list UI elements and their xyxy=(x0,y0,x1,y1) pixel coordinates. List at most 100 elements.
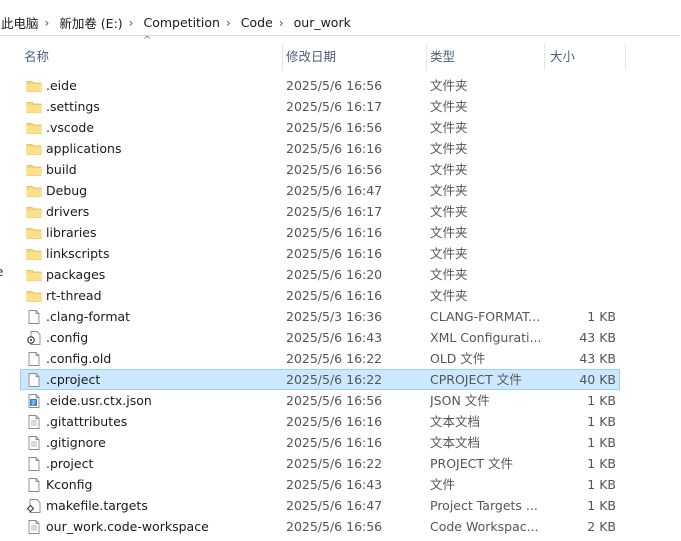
file-row[interactable]: .settings 2025/5/6 16:17 文件夹 xyxy=(20,96,620,117)
file-name: .clang-format xyxy=(46,309,131,324)
file-type: 文件夹 xyxy=(430,162,468,177)
file-size: 43 KB xyxy=(579,351,616,366)
folder-icon xyxy=(26,78,42,94)
file-row[interactable]: Debug 2025/5/6 16:47 文件夹 xyxy=(20,180,620,201)
file-date: 2025/5/6 16:56 xyxy=(286,162,383,177)
file-date: 2025/5/6 16:16 xyxy=(286,414,383,429)
file-type: 文件夹 xyxy=(430,267,468,282)
file-row[interactable]: .gitattributes 2025/5/6 16:16 文本文档 1 KB xyxy=(20,411,620,432)
file-date: 2025/5/6 16:17 xyxy=(286,204,383,219)
file-date: 2025/5/6 16:43 xyxy=(286,477,383,492)
file-date: 2025/5/6 16:16 xyxy=(286,435,383,450)
file-row[interactable]: applications 2025/5/6 16:16 文件夹 xyxy=(20,138,620,159)
address-bar[interactable]: 此电脑 › 新加卷 (E:) › Competition › Code › ou… xyxy=(0,10,680,36)
file-name: .settings xyxy=(46,99,100,114)
file-size: 1 KB xyxy=(587,435,616,450)
folder-icon xyxy=(26,246,42,262)
breadcrumb-competition[interactable]: Competition xyxy=(139,10,224,35)
column-header-type[interactable]: 类型 xyxy=(426,44,545,70)
file-list[interactable]: .eide 2025/5/6 16:56 文件夹 .settings 2025/5/6 … xyxy=(20,75,620,537)
file-row[interactable]: .vscode 2025/5/6 16:56 文件夹 xyxy=(20,117,620,138)
file-row[interactable]: .config 2025/5/6 16:43 XML Configurati... 4… xyxy=(20,327,620,348)
file-row[interactable]: makefile.targets 2025/5/6 16:47 Project Ta… xyxy=(20,495,620,516)
file-name: applications xyxy=(46,141,122,156)
file-size: 1 KB xyxy=(587,498,616,513)
file-row[interactable]: .eide.usr.ctx.json 2025/5/6 16:56 JSON 文件 1… xyxy=(20,390,620,411)
file-date: 2025/5/6 16:56 xyxy=(286,78,383,93)
file-type: JSON 文件 xyxy=(430,393,490,408)
file-type: PROJECT 文件 xyxy=(430,456,513,471)
column-header-date[interactable]: 修改日期 xyxy=(282,44,427,70)
file-type: 文件夹 xyxy=(430,78,468,93)
file-name: .eide xyxy=(46,78,77,93)
project-targets-icon xyxy=(26,498,42,514)
chevron-right-icon[interactable]: › xyxy=(127,16,140,30)
file-size xyxy=(542,159,616,180)
file-row[interactable]: rt-thread 2025/5/6 16:16 文件夹 xyxy=(20,285,620,306)
folder-icon xyxy=(26,99,42,115)
file-size: 1 KB xyxy=(587,309,616,324)
file-name: .eide.usr.ctx.json xyxy=(46,393,152,408)
file-row[interactable]: build 2025/5/6 16:56 文件夹 xyxy=(20,159,620,180)
file-name: .gitattributes xyxy=(46,414,128,429)
file-name: Debug xyxy=(46,183,88,198)
breadcrumb-drive[interactable]: 新加卷 (E:) xyxy=(55,10,126,35)
file-type: 文件夹 xyxy=(430,183,468,198)
file-name: rt-thread xyxy=(46,288,102,303)
file-name: .vscode xyxy=(46,120,95,135)
file-name: .gitignore xyxy=(46,435,106,450)
file-name: .cproject xyxy=(46,372,101,387)
file-type: 文本文档 xyxy=(430,435,481,450)
file-size xyxy=(542,138,616,159)
column-header-label: 名称 xyxy=(24,49,50,64)
text-file-icon xyxy=(26,435,42,451)
file-row[interactable]: .config.old 2025/5/6 16:22 OLD 文件 43 KB xyxy=(20,348,620,369)
file-row[interactable]: .gitignore 2025/5/6 16:16 文本文档 1 KB xyxy=(20,432,620,453)
file-row[interactable]: .clang-format 2025/5/3 16:36 CLANG-FORMAT.… xyxy=(20,306,620,327)
file-row[interactable]: .eide 2025/5/6 16:56 文件夹 xyxy=(20,75,620,96)
breadcrumb-this-pc[interactable]: 此电脑 xyxy=(0,10,43,35)
file-row[interactable]: drivers 2025/5/6 16:17 文件夹 xyxy=(20,201,620,222)
file-date: 2025/5/6 16:22 xyxy=(286,456,383,471)
file-date: 2025/5/6 16:47 xyxy=(286,498,383,513)
file-type: XML Configurati... xyxy=(430,330,542,345)
file-name: our_work.code-workspace xyxy=(46,519,209,534)
file-date: 2025/5/6 16:16 xyxy=(286,225,383,240)
folder-icon xyxy=(26,204,42,220)
column-header-name[interactable]: 名称 xyxy=(20,44,283,70)
column-header-label: 修改日期 xyxy=(286,49,337,64)
chevron-right-icon[interactable]: › xyxy=(43,16,56,30)
file-name: libraries xyxy=(46,225,97,240)
file-type: 文件夹 xyxy=(430,288,468,303)
file-icon xyxy=(26,351,42,367)
file-date: 2025/5/6 16:43 xyxy=(286,330,383,345)
file-row[interactable]: Kconfig 2025/5/6 16:43 文件 1 KB xyxy=(20,474,620,495)
file-row[interactable]: .cproject 2025/5/6 16:22 CPROJECT 文件 40 KB xyxy=(20,369,620,390)
file-icon xyxy=(26,372,42,388)
file-size xyxy=(542,264,616,285)
file-row[interactable]: linkscripts 2025/5/6 16:16 文件夹 xyxy=(20,243,620,264)
breadcrumb-our-work[interactable]: our_work xyxy=(290,10,355,35)
file-size: 1 KB xyxy=(587,393,616,408)
file-row[interactable]: our_work.code-workspace 2025/5/6 16:56 Cod… xyxy=(20,516,620,537)
file-type: OLD 文件 xyxy=(430,351,486,366)
file-size: 43 KB xyxy=(579,330,616,345)
navigation-pane[interactable]: e xyxy=(0,36,12,540)
file-date: 2025/5/6 16:20 xyxy=(286,267,383,282)
column-header-size[interactable]: 大小 xyxy=(544,44,626,70)
file-row[interactable]: libraries 2025/5/6 16:16 文件夹 xyxy=(20,222,620,243)
file-row[interactable]: packages 2025/5/6 16:20 文件夹 xyxy=(20,264,620,285)
file-date: 2025/5/6 16:16 xyxy=(286,141,383,156)
file-type: 文件夹 xyxy=(430,141,468,156)
file-size xyxy=(542,117,616,138)
folder-icon xyxy=(26,162,42,178)
breadcrumb-label: our_work xyxy=(293,15,351,30)
file-row[interactable]: .project 2025/5/6 16:22 PROJECT 文件 1 KB xyxy=(20,453,620,474)
chevron-right-icon[interactable]: › xyxy=(277,16,290,30)
breadcrumb-code[interactable]: Code xyxy=(237,10,277,35)
folder-icon xyxy=(26,288,42,304)
chevron-right-icon[interactable]: › xyxy=(224,16,237,30)
file-size xyxy=(542,285,616,306)
folder-icon xyxy=(26,141,42,157)
file-type: 文件夹 xyxy=(430,204,468,219)
